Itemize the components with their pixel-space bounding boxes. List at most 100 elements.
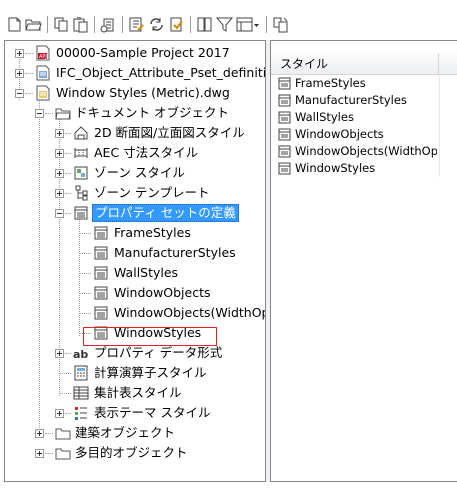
collapse-icon[interactable] (35, 109, 44, 118)
svg-text:ab: ab (73, 348, 88, 361)
synchronize-icon[interactable] (148, 16, 165, 33)
property-set-icon (94, 266, 108, 280)
tree-item-multi-purpose-objects[interactable]: 多目的オブジェクト (5, 443, 265, 463)
tree-item-aec-dimension-style[interactable]: AEC 寸法スタイル (5, 143, 265, 163)
list-item-label: WindowStyles (295, 161, 376, 175)
tree-item-label: ゾーン スタイル (94, 165, 185, 180)
section-elevation-icon (74, 126, 88, 140)
dimension-icon (74, 148, 88, 158)
tree-item-wallstyles[interactable]: WallStyles (5, 263, 265, 283)
tree-item-framestyles[interactable]: FrameStyles (5, 223, 265, 243)
calculation-icon (74, 365, 88, 381)
new-icon[interactable] (6, 16, 23, 33)
property-set-icon (278, 145, 291, 158)
tree-item-manufacturerstyles[interactable]: ManufacturerStyles (5, 243, 265, 263)
dwg-file-icon (36, 65, 50, 81)
tree-item-2d-section-style[interactable]: 2D 断面図/立面図スタイル (5, 123, 265, 143)
expand-icon[interactable] (55, 349, 64, 358)
tree-item-label: ドキュメント オブジェクト (75, 105, 229, 120)
copy-icon[interactable] (53, 16, 70, 33)
expand-icon[interactable] (15, 69, 24, 78)
property-set-icon (278, 111, 291, 124)
tree-item-label: WindowObjects(WidthOpt (114, 305, 266, 320)
style-list-panel: スタイル FrameStyles ManufacturerStyles Wall… (270, 40, 457, 482)
view-mode-icon[interactable] (236, 16, 253, 33)
list-item[interactable]: FrameStyles (271, 75, 457, 92)
tree-item-property-set-definitions[interactable]: プロパティ セットの定義 (5, 203, 265, 223)
open-folder-icon[interactable] (25, 16, 42, 33)
tree-item-label: 2D 断面図/立面図スタイル (94, 125, 245, 140)
toggle-view-icon[interactable] (272, 16, 289, 33)
tree-item-label: FrameStyles (114, 225, 191, 240)
property-set-icon (74, 206, 88, 220)
list-item[interactable]: ManufacturerStyles (271, 92, 457, 109)
toolbar-separator (47, 16, 48, 33)
property-set-icon (278, 162, 291, 175)
tree-item-zone-template[interactable]: ゾーン テンプレート (5, 183, 265, 203)
property-set-icon (94, 286, 108, 300)
toolbar-separator (122, 16, 123, 33)
list-item[interactable]: WallStyles (271, 109, 457, 126)
schedule-table-icon (73, 386, 89, 400)
expand-icon[interactable] (55, 189, 64, 198)
list-item[interactable]: WindowStyles (271, 160, 457, 177)
list-item[interactable]: WindowObjects(WidthOptio... (271, 143, 457, 160)
folder-icon (55, 448, 71, 460)
dropdown-arrow-icon[interactable] (252, 16, 261, 33)
property-set-icon (278, 77, 291, 90)
property-set-icon (278, 94, 291, 107)
tree-item-project[interactable]: APJ 00000-Sample Project 2017 (5, 43, 265, 63)
list-header: スタイル (271, 53, 457, 75)
column-header-style[interactable]: スタイル (271, 53, 439, 75)
style-tree-panel: APJ 00000-Sample Project 2017 IFC_Object… (4, 40, 266, 482)
tree-item-windowobjects-widthopt[interactable]: WindowObjects(WidthOpt (5, 303, 266, 323)
tree-item-label: ManufacturerStyles (114, 245, 236, 260)
window-icon[interactable] (196, 16, 213, 33)
collapse-icon[interactable] (55, 209, 64, 218)
tree-item-label: WindowObjects (114, 285, 211, 300)
tree-item-display-theme-style[interactable]: 表示テーマ スタイル (5, 403, 265, 423)
paste-icon[interactable] (72, 16, 89, 33)
expand-icon[interactable] (35, 429, 44, 438)
expand-icon[interactable] (55, 129, 64, 138)
tree-item-label: IFC_Object_Attribute_Pset_definiti (56, 65, 266, 80)
tree-item-ifc-file[interactable]: IFC_Object_Attribute_Pset_definiti (5, 63, 266, 83)
tree-item-document-objects[interactable]: ドキュメント オブジェクト (5, 103, 265, 123)
list-item[interactable]: WindowObjects (271, 126, 457, 143)
clean-icon[interactable] (168, 16, 185, 33)
tree-item-window-styles-dwg[interactable]: Window Styles (Metric).dwg (5, 83, 265, 103)
collapse-icon[interactable] (15, 89, 24, 98)
folder-icon (55, 428, 71, 440)
tree-item-label: AEC 寸法スタイル (94, 145, 199, 160)
tree-item-label: 多目的オブジェクト (75, 445, 188, 460)
tree-item-label: ゾーン テンプレート (94, 185, 210, 200)
filter-icon[interactable] (216, 16, 233, 33)
zone-icon (74, 166, 88, 180)
tree-item-label: 計算演算子スタイル (94, 365, 207, 380)
tree-item-label: Window Styles (Metric).dwg (56, 85, 230, 100)
purge-icon[interactable] (100, 16, 117, 33)
zone-template-icon (75, 185, 88, 201)
tree-item-zone-style[interactable]: ゾーン スタイル (5, 163, 265, 183)
toolbar-separator (94, 16, 95, 33)
expand-icon[interactable] (55, 169, 64, 178)
tree-item-label: プロパティ データ形式 (94, 345, 223, 360)
tree-item-schedule-table-style[interactable]: 集計表スタイル (5, 383, 265, 403)
expand-icon[interactable] (55, 149, 64, 158)
expand-icon[interactable] (15, 49, 24, 58)
svg-text:APJ: APJ (39, 54, 47, 60)
tree-item-calculation-modifier-style[interactable]: 計算演算子スタイル (5, 363, 265, 383)
project-icon: APJ (36, 45, 50, 61)
tree-item-property-data-format[interactable]: ab プロパティ データ形式 (5, 343, 265, 363)
property-set-icon (278, 128, 291, 141)
tree-item-label: WallStyles (114, 265, 179, 280)
tree-item-architectural-objects[interactable]: 建築オブジェクト (5, 423, 265, 443)
tree-item-label: 建築オブジェクト (75, 425, 176, 440)
expand-icon[interactable] (35, 449, 44, 458)
toolbar-separator (190, 16, 191, 33)
list-item-label: WindowObjects(WidthOptio... (295, 144, 437, 158)
tree-item-windowobjects[interactable]: WindowObjects (5, 283, 265, 303)
expand-icon[interactable] (55, 409, 64, 418)
tree-item-label: 00000-Sample Project 2017 (56, 45, 230, 60)
edit-style-icon[interactable] (128, 16, 145, 33)
